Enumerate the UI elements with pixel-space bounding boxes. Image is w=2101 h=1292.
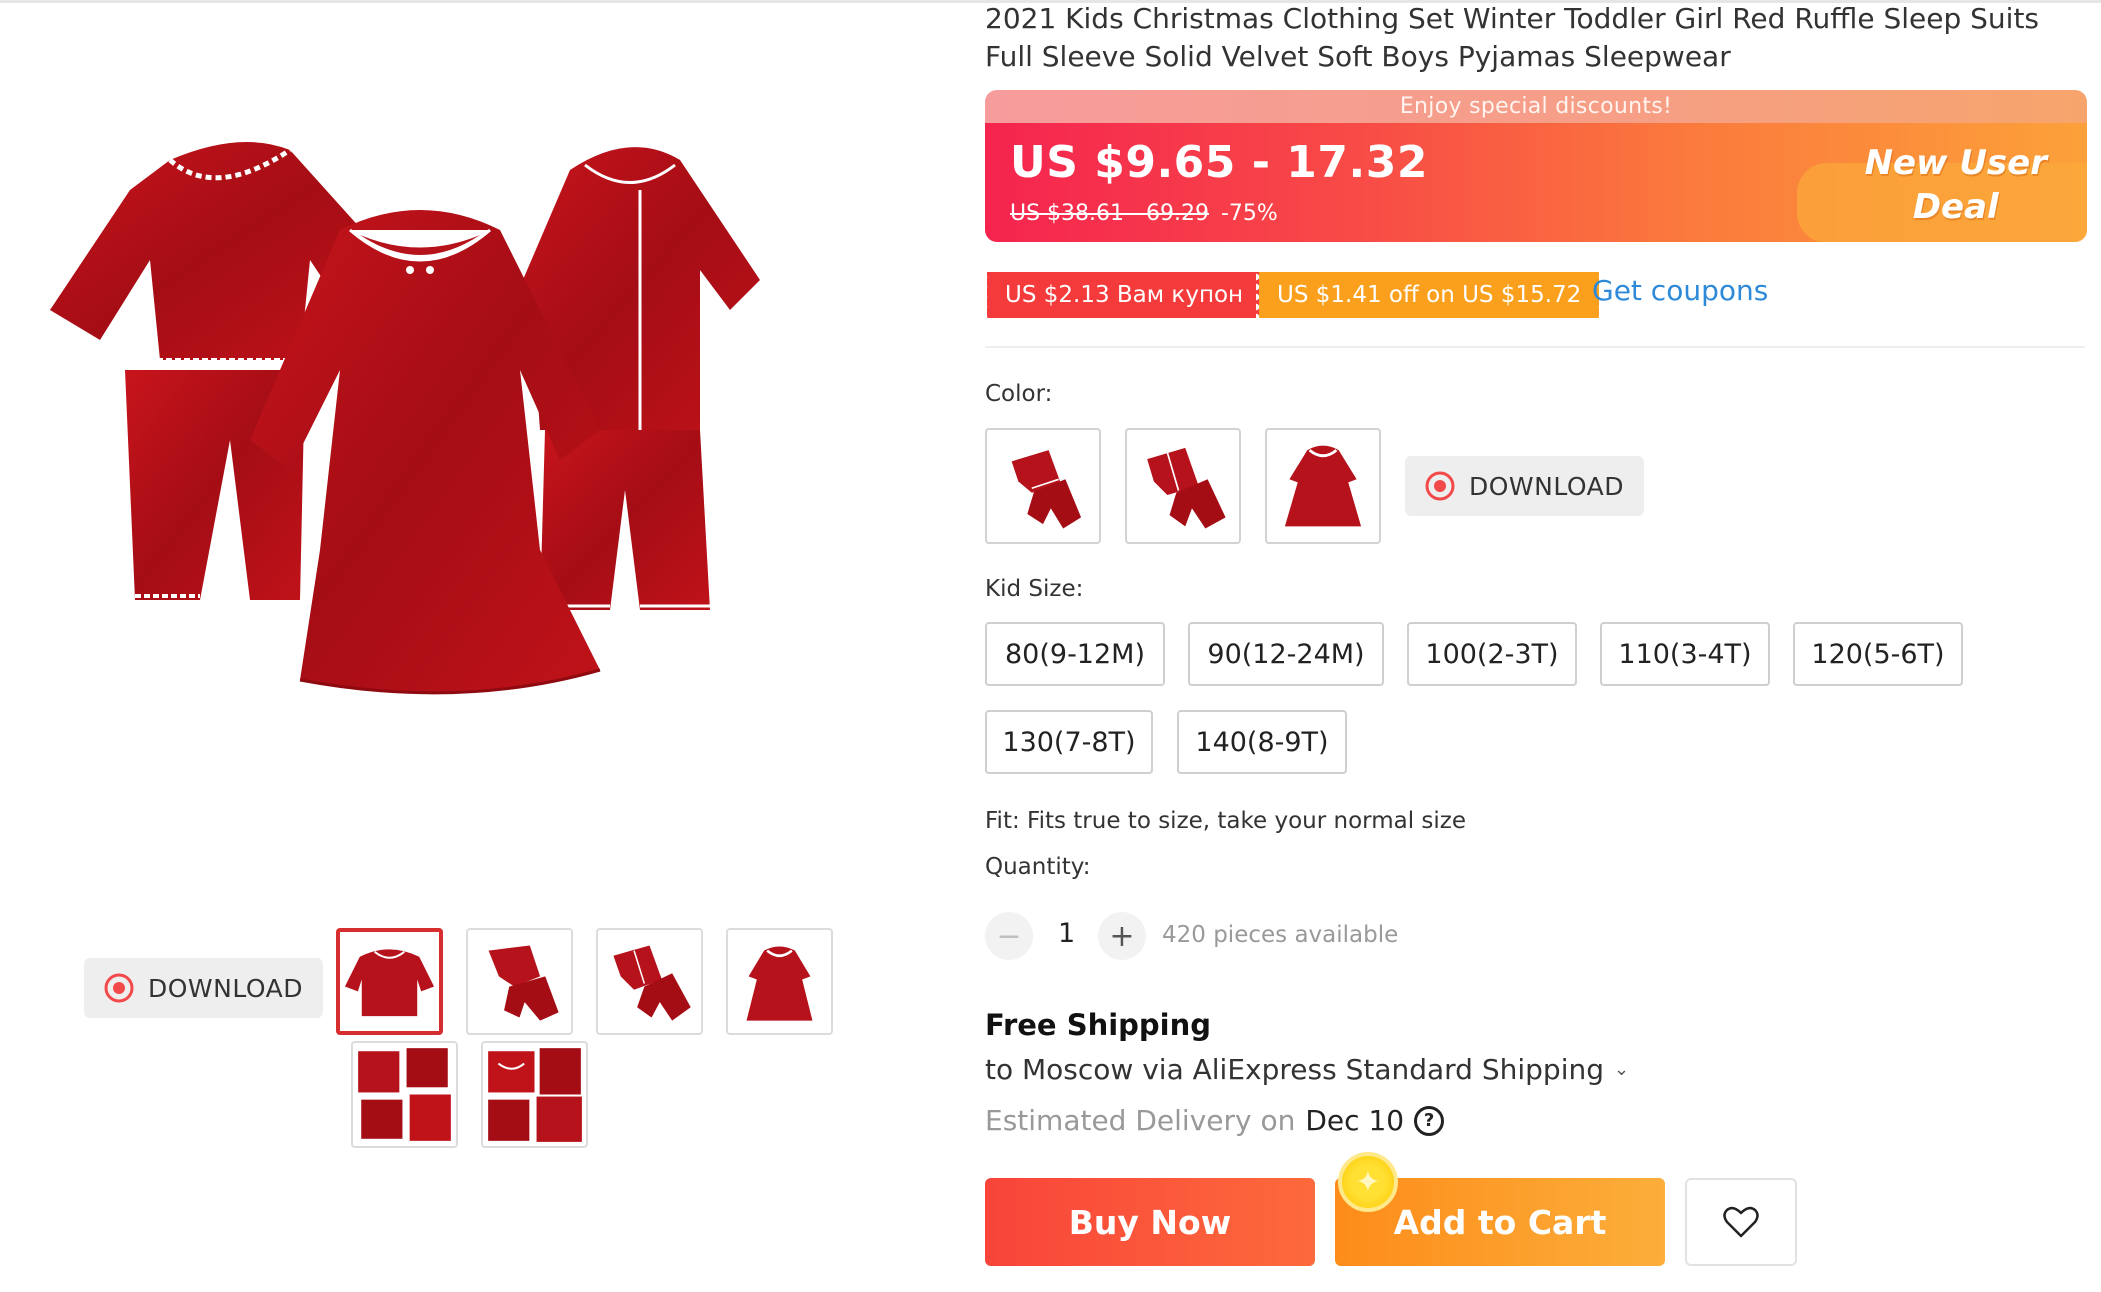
size-option-130[interactable]: 130(7-8T) [985,710,1153,774]
size-option-140[interactable]: 140(8-9T) [1177,710,1347,774]
color-swatch-1[interactable] [985,428,1101,544]
estimated-delivery-label: Estimated Delivery on [985,1104,1296,1137]
main-product-image[interactable] [40,110,920,790]
original-price-row: US $38.61 - 69.29 -75% [1010,201,1278,226]
promo-strip: Enjoy special discounts! [985,90,2087,123]
shipping-method-selector[interactable]: to Moscow via AliExpress Standard Shippi… [985,1053,1629,1086]
girl-pajama-set-swatch [1011,450,1082,529]
red-dress-swatch [1284,445,1362,527]
wishlist-button[interactable] [1685,1178,1797,1266]
coin-icon: ✦ [1338,1152,1398,1212]
price-card: Enjoy special discounts! US $9.65 - 17.3… [985,90,2087,242]
thumbnail-1[interactable] [336,928,443,1035]
chevron-down-icon: ⌄ [1614,1059,1630,1080]
pajama-set-flat-thumbnail [488,945,559,1021]
discount-percent: -75% [1220,201,1278,226]
download-label: DOWNLOAD [1469,471,1624,501]
pieces-available: 420 pieces available [1162,922,1399,948]
estimated-delivery: Estimated Delivery on Dec 10 ? [985,1104,1445,1137]
download-button[interactable]: DOWNLOAD [84,958,323,1018]
help-icon[interactable]: ? [1414,1105,1445,1136]
coupon-select[interactable]: US $1.41 off on US $15.72 [1255,272,1600,318]
get-coupons-link[interactable]: Get coupons [1592,274,1768,307]
original-price: US $38.61 - 69.29 [1010,201,1209,226]
quantity-label: Quantity: [985,854,1091,880]
download-icon [1425,471,1455,501]
detail-collage-1-thumbnail [358,1048,451,1141]
thumbnail-5[interactable] [351,1041,458,1148]
thumbnail-4[interactable] [726,928,833,1035]
girl-pajama-set-thumbnail [344,949,435,1017]
boy-pajama-set-thumbnail [613,945,691,1021]
red-dress-thumbnail [746,946,813,1021]
size-option-120[interactable]: 120(5-6T) [1793,622,1963,686]
size-option-100[interactable]: 100(2-3T) [1407,622,1577,686]
deal-line-2: Deal [1912,187,1999,227]
new-user-deal-badge: New User Deal [1865,141,2047,229]
color-swatch-2[interactable] [1125,428,1241,544]
current-price: US $9.65 - 17.32 [1010,137,1428,188]
size-option-80[interactable]: 80(9-12M) [985,622,1165,686]
deal-line-1: New User [1864,143,2047,183]
buy-now-button[interactable]: Buy Now [985,1178,1315,1266]
download-icon [104,973,134,1003]
fit-note: Fit: Fits true to size, take your normal… [985,808,1467,834]
quantity-decrement-button[interactable]: − [985,912,1033,960]
quantity-increment-button[interactable]: + [1098,912,1146,960]
thumbnail-6[interactable] [481,1041,588,1148]
color-download-button[interactable]: DOWNLOAD [1405,456,1644,516]
thumbnail-2[interactable] [466,928,573,1035]
coupon-store[interactable]: US $2.13 Вам купон [983,272,1262,318]
size-option-110[interactable]: 110(3-4T) [1600,622,1770,686]
download-label: DOWNLOAD [148,973,303,1003]
delivery-date: Dec 10 [1305,1104,1405,1137]
shipping-method-text: to Moscow via AliExpress Standard Shippi… [985,1053,1604,1086]
detail-collage-2-thumbnail [488,1048,582,1142]
product-photo [50,142,760,695]
product-title: 2021 Kids Christmas Clothing Set Winter … [985,2,2040,73]
heart-icon [1723,1206,1759,1238]
kid-size-label: Kid Size: [985,576,1084,602]
shipping-title: Free Shipping [985,1008,1212,1042]
price-body: US $9.65 - 17.32 US $38.61 - 69.29 -75% N… [985,123,2087,242]
color-label: Color: [985,381,1053,407]
thumbnail-3[interactable] [596,928,703,1035]
quantity-value[interactable]: 1 [1058,918,1075,949]
size-option-90[interactable]: 90(12-24M) [1188,622,1384,686]
color-swatch-3[interactable] [1265,428,1381,544]
boy-pajama-set-swatch [1147,447,1226,529]
divider [985,346,2085,348]
